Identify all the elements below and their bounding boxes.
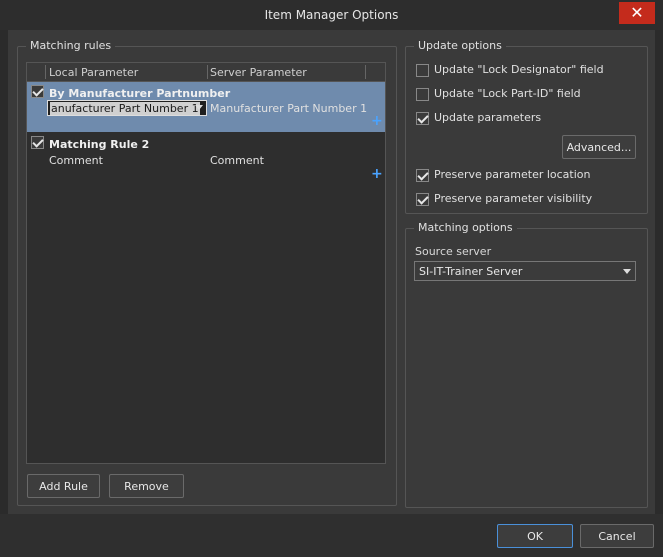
- source-server-value: SI-IT-Trainer Server: [419, 265, 523, 278]
- title-bar: Item Manager Options ✕: [0, 0, 663, 30]
- server-parameter-value: Comment: [210, 154, 264, 167]
- window-title: Item Manager Options: [264, 8, 399, 22]
- add-rule-button[interactable]: Add Rule: [27, 474, 100, 498]
- plus-icon[interactable]: +: [371, 166, 383, 182]
- source-server-dropdown[interactable]: SI-IT-Trainer Server: [414, 261, 636, 281]
- preserve-visibility-label: Preserve parameter visibility: [434, 192, 593, 205]
- preserve-location-checkbox[interactable]: [416, 169, 429, 182]
- server-parameter-value: Manufacturer Part Number 1: [210, 102, 368, 115]
- rule-enabled-checkbox[interactable]: [31, 85, 44, 98]
- column-separator: [365, 65, 366, 79]
- rule-row[interactable]: Matching Rule 2 Comment Comment +: [27, 134, 385, 184]
- local-parameter-value: Comment: [49, 154, 103, 167]
- rule-row[interactable]: By Manufacturer Partnumber anufacturer P…: [27, 82, 385, 132]
- column-separator: [45, 65, 46, 79]
- ok-button[interactable]: OK: [497, 524, 573, 548]
- matching-options-label: Matching options: [414, 221, 517, 234]
- rule-enabled-checkbox[interactable]: [31, 136, 44, 149]
- column-local-parameter[interactable]: Local Parameter: [49, 66, 138, 79]
- update-lock-designator-label: Update "Lock Designator" field: [434, 63, 604, 76]
- update-parameters-label: Update parameters: [434, 111, 542, 124]
- update-options-label: Update options: [414, 39, 506, 52]
- column-server-parameter[interactable]: Server Parameter: [210, 66, 307, 79]
- plus-icon[interactable]: +: [371, 113, 383, 129]
- cancel-button[interactable]: Cancel: [580, 524, 654, 548]
- update-lock-part-id-checkbox[interactable]: [416, 88, 429, 101]
- chevron-down-icon[interactable]: [623, 269, 631, 274]
- remove-button[interactable]: Remove: [109, 474, 184, 498]
- update-parameters-checkbox[interactable]: [416, 112, 429, 125]
- preserve-visibility-checkbox[interactable]: [416, 193, 429, 206]
- source-server-label: Source server: [415, 245, 492, 258]
- preserve-location-label: Preserve parameter location: [434, 168, 591, 181]
- close-icon[interactable]: ✕: [619, 2, 655, 24]
- column-header: Local Parameter Server Parameter: [27, 63, 385, 82]
- update-lock-designator-checkbox[interactable]: [416, 64, 429, 77]
- local-parameter-value: anufacturer Part Number 1: [50, 102, 200, 115]
- matching-rules-label: Matching rules: [26, 39, 116, 52]
- rule-name: By Manufacturer Partnumber: [49, 87, 231, 100]
- update-lock-part-id-label: Update "Lock Part-ID" field: [434, 87, 581, 100]
- advanced-button[interactable]: Advanced...: [562, 135, 636, 159]
- rule-name: Matching Rule 2: [49, 138, 150, 151]
- matching-rules-list[interactable]: Local Parameter Server Parameter By Manu…: [26, 62, 386, 464]
- local-parameter-dropdown[interactable]: anufacturer Part Number 1: [47, 100, 207, 116]
- chevron-down-icon[interactable]: [195, 105, 203, 110]
- column-separator: [207, 65, 208, 79]
